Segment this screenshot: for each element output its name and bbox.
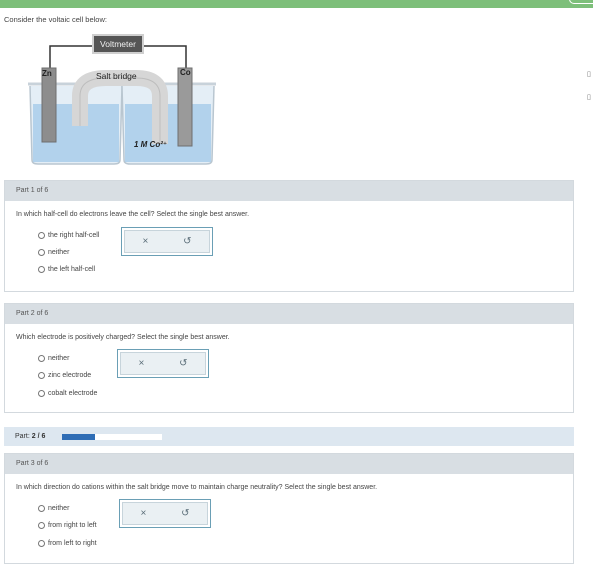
radio-button[interactable]	[38, 390, 45, 397]
radio-option[interactable]: from left to right	[38, 540, 97, 547]
progress-value: 2 / 6	[31, 433, 46, 440]
part-2-question: Which electrode is positively charged? S…	[16, 334, 230, 341]
option-label: the right half-cell	[48, 232, 100, 239]
option-label: neither	[48, 355, 70, 362]
radio-option[interactable]: neither	[38, 249, 69, 256]
side-tool-icon[interactable]: ▯	[587, 70, 591, 78]
top-bar	[0, 0, 593, 8]
part-3-panel: Part 3 of 6 In which direction do cation…	[4, 453, 574, 564]
undo-icon[interactable]: ↺	[179, 358, 187, 369]
radio-option[interactable]: neither	[38, 355, 69, 362]
progress-fill	[62, 434, 95, 440]
part-2-header: Part 2 of 6	[5, 304, 573, 324]
clear-icon[interactable]: ×	[138, 358, 144, 369]
clear-icon[interactable]: ×	[142, 236, 148, 247]
option-label: cobalt electrode	[48, 390, 98, 397]
part-1-header: Part 1 of 6	[5, 181, 573, 201]
radio-button[interactable]	[38, 522, 45, 529]
side-tool-icon[interactable]: ▯	[587, 93, 591, 101]
voltmeter-label: Voltmeter	[92, 34, 144, 54]
answer-tools: × ↺	[117, 349, 209, 378]
radio-option[interactable]: the left half-cell	[38, 266, 95, 273]
radio-option[interactable]: cobalt electrode	[38, 390, 97, 397]
radio-option[interactable]: from right to left	[38, 522, 97, 529]
progress-bar-row: Part: 2 / 6	[4, 427, 574, 446]
progress-label: Part:	[15, 433, 30, 440]
part-2-panel: Part 2 of 6 Which electrode is positivel…	[4, 303, 574, 413]
undo-icon[interactable]: ↺	[181, 508, 189, 519]
option-label: from left to right	[48, 540, 97, 547]
answer-tools: × ↺	[121, 227, 213, 256]
radio-button[interactable]	[38, 355, 45, 362]
top-bar-button[interactable]	[569, 0, 593, 4]
option-label: neither	[48, 505, 70, 512]
radio-button[interactable]	[38, 372, 45, 379]
answer-tools: × ↺	[119, 499, 211, 528]
radio-button[interactable]	[38, 266, 45, 273]
concentration-label: 1 M Co²⁺	[134, 140, 168, 149]
part-3-question: In which direction do cations within the…	[16, 484, 378, 491]
undo-icon[interactable]: ↺	[183, 236, 191, 247]
part-3-header: Part 3 of 6	[5, 454, 573, 474]
progress-text: Part: 2 / 6	[15, 433, 45, 440]
radio-option[interactable]: the right half-cell	[38, 232, 99, 239]
zinc-electrode-label: Zn	[42, 69, 52, 78]
radio-button[interactable]	[38, 232, 45, 239]
radio-button[interactable]	[38, 249, 45, 256]
option-label: zinc electrode	[48, 372, 92, 379]
intro-text: Consider the voltaic cell below:	[4, 15, 107, 24]
radio-button[interactable]	[38, 540, 45, 547]
part-1-panel: Part 1 of 6 In which half-cell do electr…	[4, 180, 574, 292]
radio-option[interactable]: neither	[38, 505, 69, 512]
part-1-question: In which half-cell do electrons leave th…	[16, 211, 250, 218]
option-label: the left half-cell	[48, 266, 96, 273]
progress-track	[62, 434, 162, 440]
clear-icon[interactable]: ×	[140, 508, 146, 519]
voltaic-cell-diagram: Voltmeter Zn Co Salt bridge 1 M Co²⁺	[26, 34, 222, 168]
option-label: neither	[48, 249, 70, 256]
cobalt-electrode-label: Co	[180, 68, 191, 77]
salt-bridge-label: Salt bridge	[96, 71, 137, 81]
option-label: from right to left	[48, 522, 97, 529]
radio-button[interactable]	[38, 505, 45, 512]
radio-option[interactable]: zinc electrode	[38, 372, 91, 379]
